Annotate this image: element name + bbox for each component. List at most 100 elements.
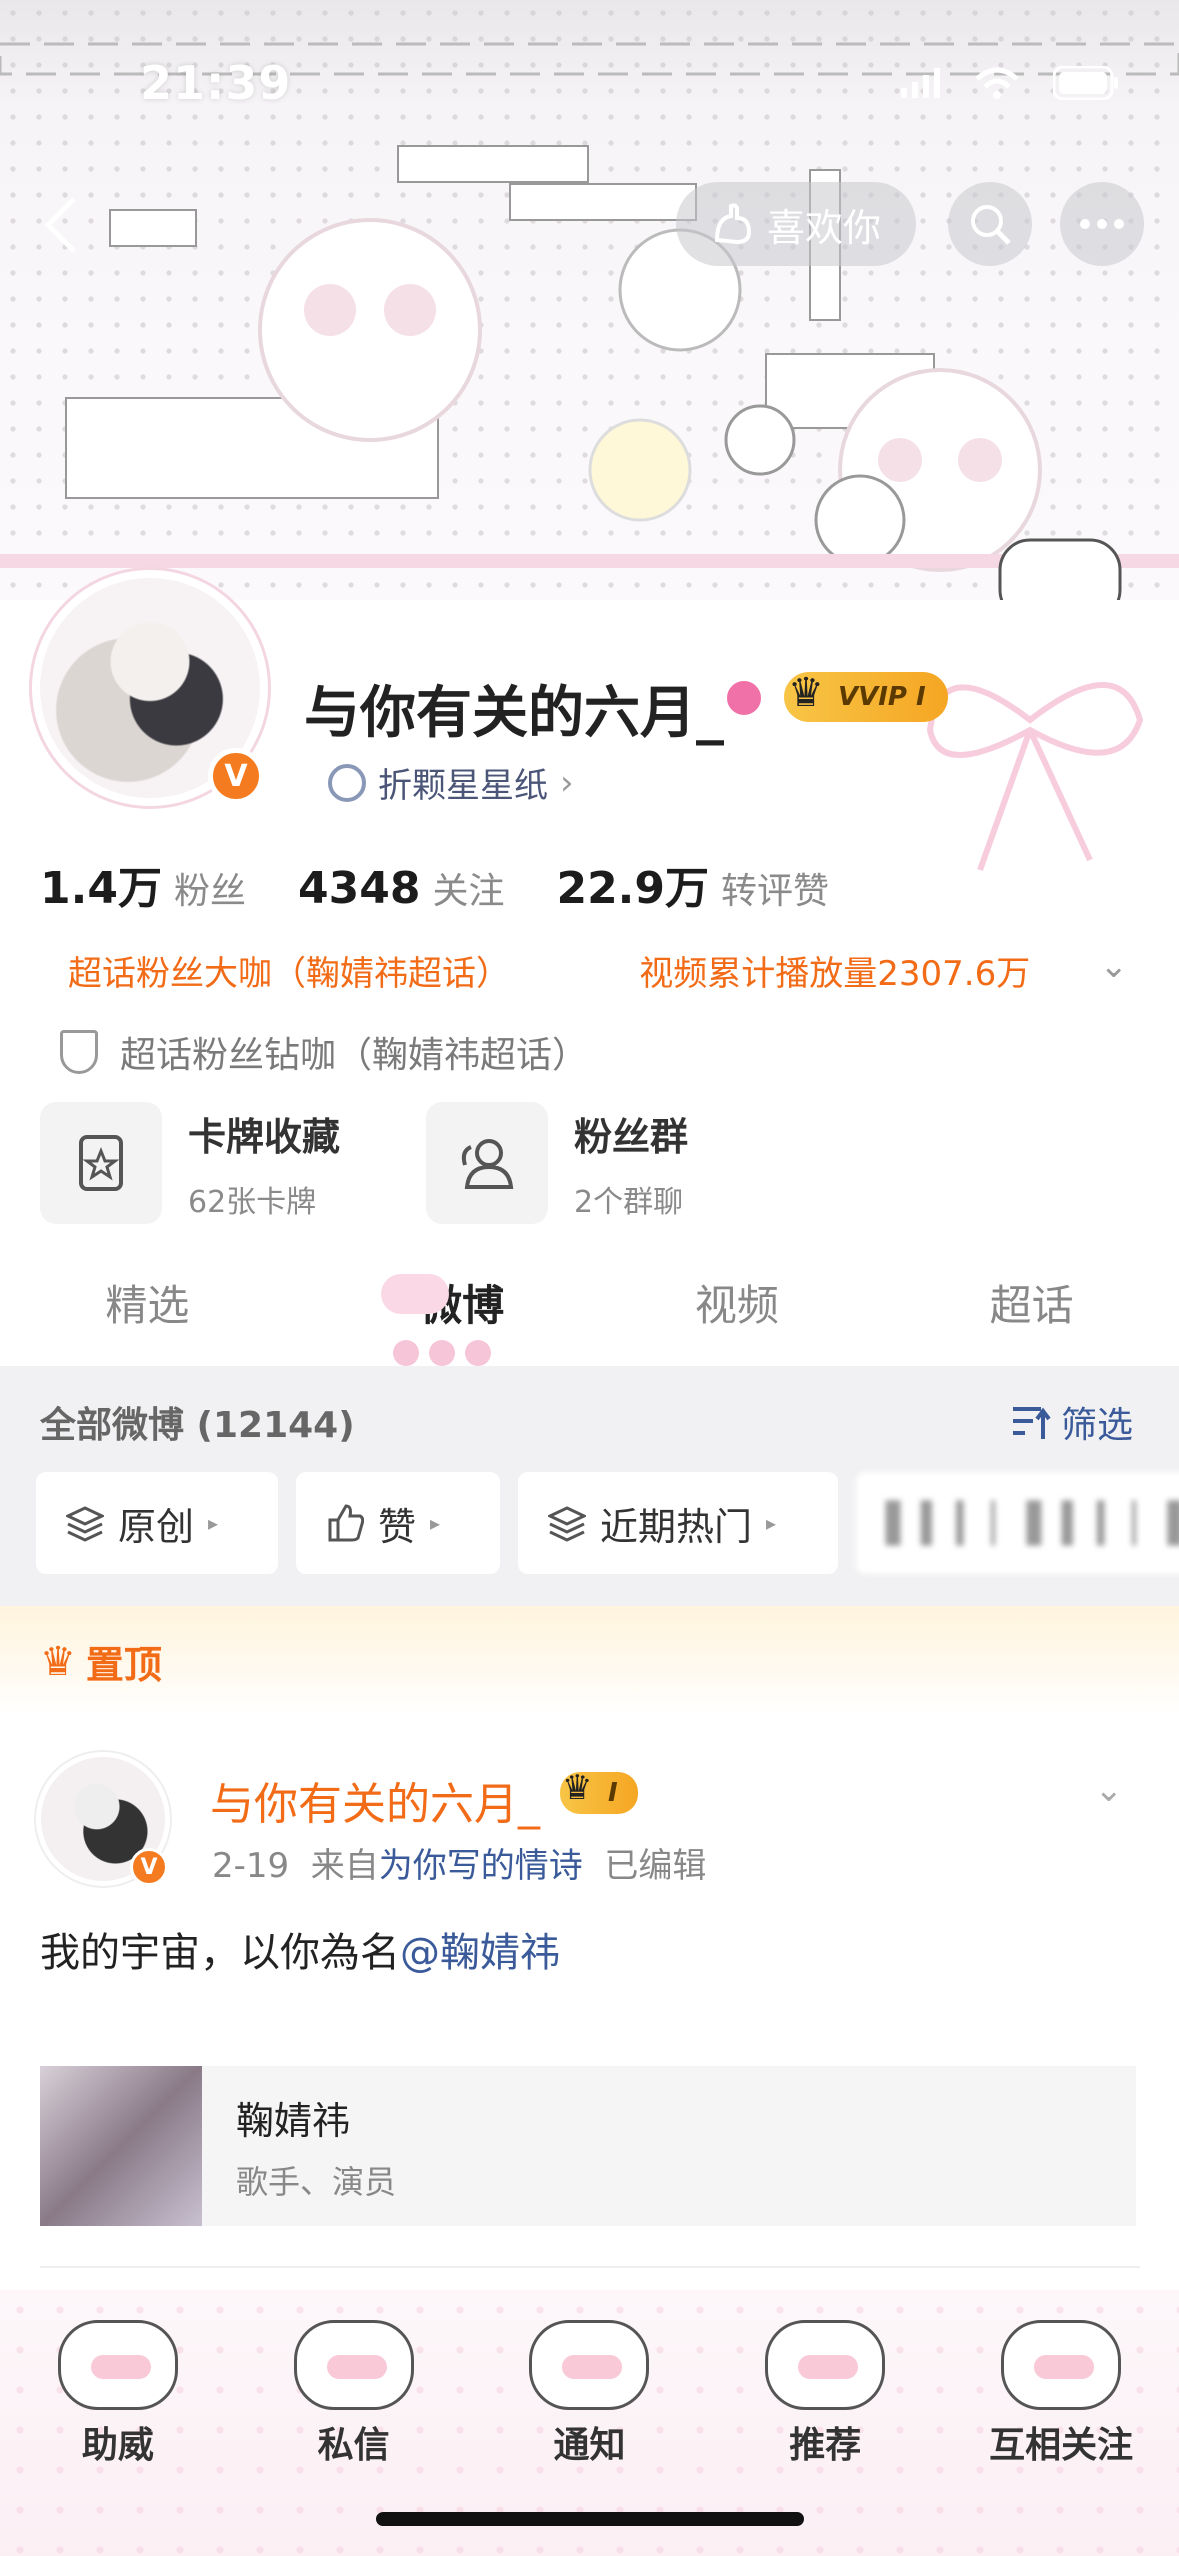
bunny-icon	[380, 1274, 449, 1314]
hand-heart-icon	[714, 203, 751, 245]
stat-followers[interactable]: 1.4万 粉丝	[40, 852, 246, 916]
post-edited: 已编辑	[604, 1846, 707, 1886]
stat-num: 4348	[297, 863, 421, 914]
notify-icon	[529, 2320, 650, 2410]
like-you-label: 喜欢你	[766, 205, 881, 250]
card-title: 粉丝群	[574, 1114, 689, 1159]
profile-avatar[interactable]: V	[32, 570, 268, 806]
card-collection[interactable]: 卡牌收藏 62张卡牌	[40, 1102, 340, 1224]
card-title: 卡牌收藏	[188, 1114, 341, 1159]
caret-right-icon: ▸	[766, 1511, 777, 1535]
honor-video-views: 视频累计播放量2307.6万	[639, 954, 1031, 994]
brand-tag-label: 折颗星星纸	[378, 766, 548, 806]
pinned-header: ♛ 置顶	[0, 1606, 1179, 1716]
card-collection-icon	[40, 1102, 162, 1224]
post-meta: 2-19 来自为你写的情诗 已编辑	[212, 1838, 706, 1887]
profile-username: 与你有关的六月_	[304, 681, 724, 746]
cheer-icon	[57, 2320, 178, 2410]
nav-label: 通知	[553, 2425, 626, 2466]
chip-liked[interactable]: 赞 ▸	[296, 1472, 500, 1574]
profile-tabs: 精选 微博 视频 超话	[0, 1256, 1179, 1366]
nav-label: 助威	[81, 2425, 154, 2466]
pinned-label: 置顶	[85, 1643, 162, 1687]
nav-message[interactable]: 私信	[254, 2320, 454, 2468]
supertopic-badge-line[interactable]: 超话粉丝钻咖（鞠婧祎超话）	[60, 1026, 588, 1078]
linked-profile-desc: 歌手、演员	[236, 2162, 397, 2201]
crown-icon: ♛	[788, 670, 824, 716]
recommend-icon	[765, 2320, 886, 2410]
tab-label: 超话	[989, 1281, 1074, 1330]
stat-interactions[interactable]: 22.9万 转评赞	[556, 852, 829, 916]
fan-badge-icon[interactable]	[724, 678, 764, 718]
back-button[interactable]	[30, 190, 90, 260]
post-vip-badge[interactable]: ♛ I	[560, 1768, 638, 1814]
post-vip-label: I	[608, 1778, 618, 1808]
nav-label: 私信	[317, 2425, 390, 2466]
post-menu-chevron-icon[interactable]: ⌄	[1095, 1770, 1124, 1810]
caret-right-icon: ▸	[208, 1511, 219, 1535]
nav-cheer[interactable]: 助威	[18, 2320, 218, 2468]
nav-label: 推荐	[789, 2425, 862, 2466]
tab-video[interactable]: 视频	[590, 1256, 885, 1366]
profile-stats: 1.4万 粉丝 4348 关注 22.9万 转评赞	[40, 852, 829, 916]
badge-line-label: 超话粉丝钻咖（鞠婧祎超话）	[120, 1035, 589, 1076]
filter-button[interactable]: 筛选	[1011, 1396, 1133, 1448]
brand-tag[interactable]: 折颗星星纸 ›	[328, 758, 574, 807]
profile-banner: 21:39 喜欢你	[0, 0, 1179, 600]
filter-area: 全部微博 (12144) 筛选 原创 ▸ 赞 ▸ 近期热门 ▸ ▌▍▎▏▌▍▎▏…	[0, 1366, 1179, 1606]
chip-original[interactable]: 原创 ▸	[36, 1472, 278, 1574]
honor-supertopic: 超话粉丝大咖（鞠婧祎超话）	[68, 954, 510, 994]
group-icon	[426, 1102, 549, 1224]
nav-recommend[interactable]: 推荐	[725, 2320, 925, 2468]
stat-label: 粉丝	[173, 871, 246, 912]
card-sub: 62张卡牌	[188, 1184, 317, 1220]
card-fan-group[interactable]: 粉丝群 2个群聊	[426, 1102, 688, 1224]
active-tab-indicator	[393, 1340, 492, 1366]
post-author-name[interactable]: 与你有关的六月_	[210, 1768, 540, 1832]
nav-mutual-follow[interactable]: 互相关注	[961, 2320, 1161, 2468]
layers-icon	[66, 1506, 104, 1542]
post-source[interactable]: 为你写的情诗	[379, 1846, 583, 1886]
profile-cards: 卡牌收藏 62张卡牌 粉丝群 2个群聊	[40, 1102, 688, 1224]
crown-icon: ♛	[40, 1638, 76, 1685]
chevron-down-icon[interactable]: ⌄	[1100, 946, 1129, 995]
linked-profile-card[interactable]: 鞠婧祎 歌手、演员	[40, 2066, 1136, 2226]
pinned-label-wrap: ♛ 置顶	[40, 1634, 162, 1689]
star-paper-icon	[328, 763, 366, 802]
verified-badge-icon: V	[130, 1848, 168, 1886]
stat-num: 1.4万	[40, 863, 162, 914]
post-mention[interactable]: @鞠婧祎	[400, 1930, 560, 1976]
post-body: 我的宇宙，以你為名	[40, 1930, 400, 1976]
battery-icon	[1053, 66, 1118, 100]
like-you-button[interactable]: 喜欢你	[676, 182, 916, 266]
nav-notify[interactable]: 通知	[489, 2320, 689, 2468]
ribbon-decoration	[926, 682, 1144, 872]
stat-following[interactable]: 4348 关注	[298, 862, 504, 914]
tab-supertopic[interactable]: 超话	[884, 1256, 1179, 1366]
vvip-badge[interactable]: ♛ VVIP I	[784, 670, 948, 722]
card-sub: 2个群聊	[574, 1184, 684, 1220]
honors-row[interactable]: 超话粉丝大咖（鞠婧祎超话） 视频累计播放量2307.6万 ⌄	[68, 946, 1128, 995]
search-icon	[971, 205, 1011, 245]
shield-icon	[60, 1030, 98, 1074]
tab-featured[interactable]: 精选	[0, 1256, 295, 1366]
chip-obscured[interactable]: ▌▍▎▏▌▍▎▏▌	[856, 1472, 1179, 1574]
filter-chips: 原创 ▸ 赞 ▸ 近期热门 ▸ ▌▍▎▏▌▍▎▏▌	[36, 1472, 1179, 1574]
chip-trending[interactable]: 近期热门 ▸	[518, 1472, 838, 1574]
post-from: 来自	[310, 1846, 379, 1886]
search-button[interactable]	[948, 182, 1032, 266]
more-button[interactable]	[1060, 182, 1144, 266]
linked-profile-name: 鞠婧祎	[236, 2098, 351, 2143]
post-date: 2-19	[212, 1846, 290, 1886]
stat-label: 转评赞	[721, 871, 830, 912]
stat-num: 22.9万	[556, 863, 710, 914]
home-indicator[interactable]	[376, 2512, 804, 2526]
stat-label: 关注	[432, 871, 505, 912]
chevron-right-icon: ›	[560, 762, 574, 803]
status-time: 21:39	[140, 56, 292, 110]
nav-label: 互相关注	[989, 2425, 1134, 2466]
divider	[40, 2266, 1140, 2268]
tab-weibo[interactable]: 微博	[295, 1256, 590, 1366]
chip-label: 赞	[378, 1504, 417, 1549]
linked-profile-image	[40, 2066, 202, 2226]
